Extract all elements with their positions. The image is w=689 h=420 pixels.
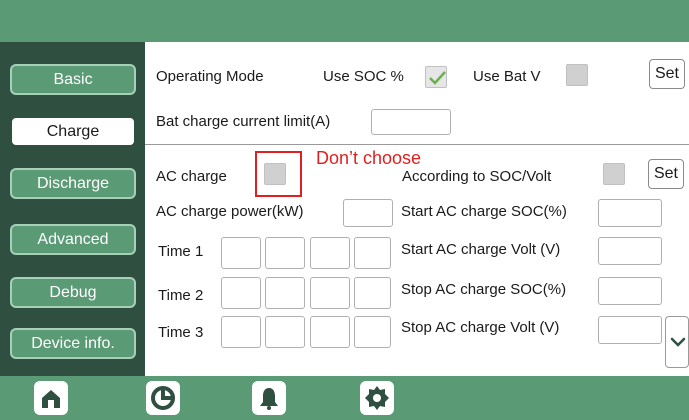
bat-charge-limit-label: Bat charge current limit(A)	[156, 113, 331, 130]
time-2-end-hour[interactable]	[310, 277, 350, 309]
time-1-label: Time 1	[158, 243, 204, 260]
bottom-nav-bar	[0, 376, 689, 420]
ac-set-button[interactable]: Set	[648, 159, 684, 189]
time-1-start-hour[interactable]	[221, 237, 261, 269]
scroll-down-button[interactable]	[665, 316, 689, 368]
stop-ac-volt-input[interactable]	[598, 316, 662, 344]
start-ac-volt-label: Start AC charge Volt (V)	[401, 241, 561, 258]
according-soc-volt-label: According to SOC/Volt	[402, 168, 552, 185]
bat-charge-limit-input[interactable]	[371, 109, 451, 135]
section-divider	[145, 144, 689, 145]
ac-charge-label: AC charge	[156, 168, 227, 185]
stop-ac-soc-input[interactable]	[598, 277, 662, 305]
time-3-end-minute[interactable]	[354, 316, 391, 348]
time-2-end-minute[interactable]	[354, 277, 391, 309]
time-3-start-minute[interactable]	[265, 316, 305, 348]
start-ac-soc-label: Start AC charge SOC(%)	[401, 203, 567, 220]
sidebar-item-debug[interactable]: Debug	[10, 277, 136, 308]
time-1-end-hour[interactable]	[310, 237, 350, 269]
time-1-start-minute[interactable]	[265, 237, 305, 269]
start-ac-volt-input[interactable]	[598, 237, 662, 265]
bell-icon[interactable]	[252, 381, 286, 415]
annotation-highlight-box	[255, 151, 302, 197]
use-soc-label: Use SOC %	[323, 68, 404, 85]
chevron-down-icon	[670, 337, 686, 347]
use-batv-checkbox[interactable]	[566, 64, 588, 86]
ac-charge-power-input[interactable]	[343, 199, 393, 227]
annotation-text: Don’t choose	[316, 148, 422, 168]
gear-icon[interactable]	[360, 381, 394, 415]
start-ac-soc-input[interactable]	[598, 199, 662, 227]
time-2-start-minute[interactable]	[265, 277, 305, 309]
time-3-end-hour[interactable]	[310, 316, 350, 348]
sidebar-item-charge[interactable]: Charge	[10, 116, 136, 147]
time-3-start-hour[interactable]	[221, 316, 261, 348]
according-soc-volt-checkbox[interactable]	[603, 163, 625, 185]
sidebar-item-device-info[interactable]: Device info.	[10, 328, 136, 359]
home-icon[interactable]	[34, 381, 68, 415]
stop-ac-volt-label: Stop AC charge Volt (V)	[401, 319, 560, 336]
time-1-end-minute[interactable]	[354, 237, 391, 269]
time-3-label: Time 3	[158, 324, 204, 341]
operating-mode-label: Operating Mode	[156, 68, 264, 85]
sidebar-item-advanced[interactable]: Advanced	[10, 224, 136, 255]
top-bar	[0, 0, 689, 42]
checkmark-icon	[429, 71, 446, 85]
sidebar-item-discharge[interactable]: Discharge	[10, 168, 136, 199]
use-batv-label: Use Bat V	[473, 68, 541, 85]
sidebar-item-basic[interactable]: Basic	[10, 64, 136, 95]
use-soc-checkbox[interactable]	[425, 66, 447, 88]
mode-set-button[interactable]: Set	[649, 59, 685, 89]
stop-ac-soc-label: Stop AC charge SOC(%)	[401, 281, 567, 298]
time-2-start-hour[interactable]	[221, 277, 261, 309]
time-2-label: Time 2	[158, 287, 204, 304]
chart-icon[interactable]	[146, 381, 180, 415]
ac-charge-power-label: AC charge power(kW)	[156, 203, 304, 220]
